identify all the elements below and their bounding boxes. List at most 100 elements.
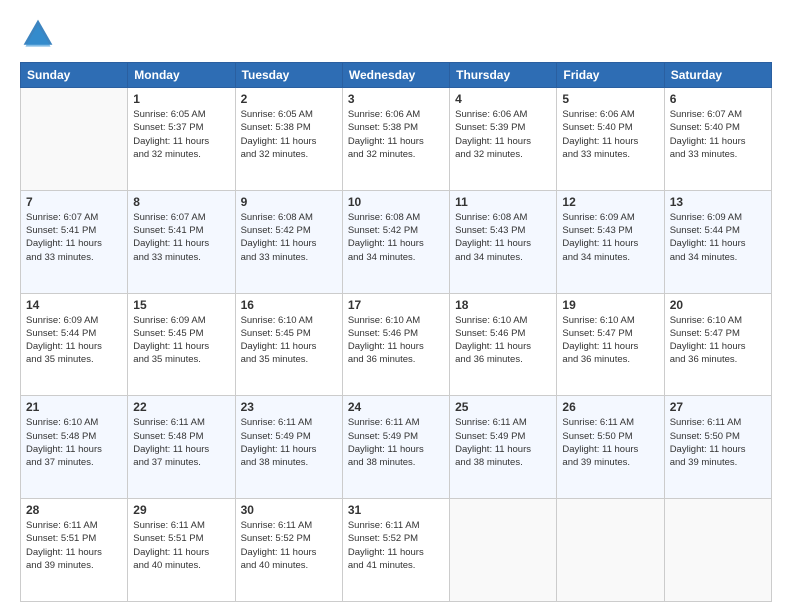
calendar-week-3: 21Sunrise: 6:10 AMSunset: 5:48 PMDayligh… (21, 396, 772, 499)
calendar-cell: 19 Sunrise: 6:10 AMSunset: 5:47 PMDayligh… (557, 293, 664, 396)
day-detail: Sunrise: 6:09 AMSunset: 5:44 PMDaylight:… (670, 212, 746, 263)
day-number: 14 (26, 298, 122, 312)
calendar-cell: 31 Sunrise: 6:11 AMSunset: 5:52 PMDayligh… (342, 499, 449, 602)
day-number: 4 (455, 92, 551, 106)
day-detail: Sunrise: 6:10 AMSunset: 5:46 PMDaylight:… (455, 315, 531, 366)
calendar-cell (664, 499, 771, 602)
day-detail: Sunrise: 6:09 AMSunset: 5:45 PMDaylight:… (133, 315, 209, 366)
day-detail: Sunrise: 6:11 AMSunset: 5:50 PMDaylight:… (562, 417, 638, 468)
day-number: 10 (348, 195, 444, 209)
calendar-cell: 23 Sunrise: 6:11 AMSunset: 5:49 PMDayligh… (235, 396, 342, 499)
day-number: 31 (348, 503, 444, 517)
calendar-week-1: 7 Sunrise: 6:07 AMSunset: 5:41 PMDaylight… (21, 190, 772, 293)
calendar-cell: 22Sunrise: 6:11 AMSunset: 5:48 PMDayligh… (128, 396, 235, 499)
calendar-cell: 8Sunrise: 6:07 AMSunset: 5:41 PMDaylight… (128, 190, 235, 293)
page: SundayMondayTuesdayWednesdayThursdayFrid… (0, 0, 792, 612)
calendar-cell: 24 Sunrise: 6:11 AMSunset: 5:49 PMDayligh… (342, 396, 449, 499)
day-number: 22 (133, 400, 229, 414)
day-number: 30 (241, 503, 337, 517)
day-detail: Sunrise: 6:08 AMSunset: 5:42 PMDaylight:… (348, 212, 424, 263)
day-detail: Sunrise: 6:11 AMSunset: 5:51 PMDaylight:… (133, 520, 209, 571)
day-detail: Sunrise: 6:11 AMSunset: 5:49 PMDaylight:… (348, 417, 424, 468)
day-detail: Sunrise: 6:11 AMSunset: 5:52 PMDaylight:… (348, 520, 424, 571)
calendar-header-thursday: Thursday (450, 63, 557, 88)
calendar-header-monday: Monday (128, 63, 235, 88)
calendar-week-2: 14 Sunrise: 6:09 AMSunset: 5:44 PMDayligh… (21, 293, 772, 396)
calendar-cell: 21Sunrise: 6:10 AMSunset: 5:48 PMDayligh… (21, 396, 128, 499)
day-detail: Sunrise: 6:10 AMSunset: 5:46 PMDaylight:… (348, 315, 424, 366)
day-detail: Sunrise: 6:06 AMSunset: 5:40 PMDaylight:… (562, 109, 638, 160)
day-number: 18 (455, 298, 551, 312)
day-number: 12 (562, 195, 658, 209)
day-detail: Sunrise: 6:11 AMSunset: 5:50 PMDaylight:… (670, 417, 746, 468)
day-number: 3 (348, 92, 444, 106)
calendar-cell: 17 Sunrise: 6:10 AMSunset: 5:46 PMDayligh… (342, 293, 449, 396)
day-number: 27 (670, 400, 766, 414)
calendar-cell: 14 Sunrise: 6:09 AMSunset: 5:44 PMDayligh… (21, 293, 128, 396)
day-detail: Sunrise: 6:11 AMSunset: 5:49 PMDaylight:… (455, 417, 531, 468)
day-number: 23 (241, 400, 337, 414)
day-number: 6 (670, 92, 766, 106)
calendar-cell: 5 Sunrise: 6:06 AMSunset: 5:40 PMDaylight… (557, 88, 664, 191)
day-number: 11 (455, 195, 551, 209)
calendar-header-saturday: Saturday (664, 63, 771, 88)
day-number: 13 (670, 195, 766, 209)
calendar-cell (21, 88, 128, 191)
day-number: 28 (26, 503, 122, 517)
calendar-header-tuesday: Tuesday (235, 63, 342, 88)
day-number: 16 (241, 298, 337, 312)
calendar-cell: 16 Sunrise: 6:10 AMSunset: 5:45 PMDayligh… (235, 293, 342, 396)
calendar-cell (557, 499, 664, 602)
day-detail: Sunrise: 6:11 AMSunset: 5:52 PMDaylight:… (241, 520, 317, 571)
calendar-cell: 27 Sunrise: 6:11 AMSunset: 5:50 PMDayligh… (664, 396, 771, 499)
day-detail: Sunrise: 6:08 AMSunset: 5:43 PMDaylight:… (455, 212, 531, 263)
calendar-header-friday: Friday (557, 63, 664, 88)
calendar-cell: 10 Sunrise: 6:08 AMSunset: 5:42 PMDayligh… (342, 190, 449, 293)
calendar-cell: 25 Sunrise: 6:11 AMSunset: 5:49 PMDayligh… (450, 396, 557, 499)
calendar-cell: 12 Sunrise: 6:09 AMSunset: 5:43 PMDayligh… (557, 190, 664, 293)
logo-icon (20, 16, 56, 52)
day-detail: Sunrise: 6:11 AMSunset: 5:51 PMDaylight:… (26, 520, 102, 571)
calendar-header-wednesday: Wednesday (342, 63, 449, 88)
day-detail: Sunrise: 6:11 AMSunset: 5:49 PMDaylight:… (241, 417, 317, 468)
day-number: 9 (241, 195, 337, 209)
calendar-week-0: 1Sunrise: 6:05 AMSunset: 5:37 PMDaylight… (21, 88, 772, 191)
calendar-cell: 28 Sunrise: 6:11 AMSunset: 5:51 PMDayligh… (21, 499, 128, 602)
day-number: 17 (348, 298, 444, 312)
day-number: 29 (133, 503, 229, 517)
calendar-cell: 18 Sunrise: 6:10 AMSunset: 5:46 PMDayligh… (450, 293, 557, 396)
calendar-cell: 13 Sunrise: 6:09 AMSunset: 5:44 PMDayligh… (664, 190, 771, 293)
calendar-header-sunday: Sunday (21, 63, 128, 88)
header (20, 16, 772, 52)
logo (20, 16, 62, 52)
day-detail: Sunrise: 6:09 AMSunset: 5:43 PMDaylight:… (562, 212, 638, 263)
day-detail: Sunrise: 6:10 AMSunset: 5:47 PMDaylight:… (562, 315, 638, 366)
calendar-cell: 15 Sunrise: 6:09 AMSunset: 5:45 PMDayligh… (128, 293, 235, 396)
calendar-cell (450, 499, 557, 602)
calendar-header-row: SundayMondayTuesdayWednesdayThursdayFrid… (21, 63, 772, 88)
day-detail: Sunrise: 6:05 AMSunset: 5:37 PMDaylight:… (133, 109, 209, 160)
calendar-cell: 4 Sunrise: 6:06 AMSunset: 5:39 PMDaylight… (450, 88, 557, 191)
day-detail: Sunrise: 6:10 AMSunset: 5:47 PMDaylight:… (670, 315, 746, 366)
day-number: 15 (133, 298, 229, 312)
day-detail: Sunrise: 6:07 AMSunset: 5:40 PMDaylight:… (670, 109, 746, 160)
day-detail: Sunrise: 6:06 AMSunset: 5:39 PMDaylight:… (455, 109, 531, 160)
calendar-cell: 2 Sunrise: 6:05 AMSunset: 5:38 PMDaylight… (235, 88, 342, 191)
day-number: 19 (562, 298, 658, 312)
day-detail: Sunrise: 6:05 AMSunset: 5:38 PMDaylight:… (241, 109, 317, 160)
day-detail: Sunrise: 6:10 AMSunset: 5:45 PMDaylight:… (241, 315, 317, 366)
day-number: 2 (241, 92, 337, 106)
day-number: 20 (670, 298, 766, 312)
day-detail: Sunrise: 6:07 AMSunset: 5:41 PMDaylight:… (133, 212, 209, 263)
day-detail: Sunrise: 6:06 AMSunset: 5:38 PMDaylight:… (348, 109, 424, 160)
calendar-cell: 20 Sunrise: 6:10 AMSunset: 5:47 PMDayligh… (664, 293, 771, 396)
day-detail: Sunrise: 6:08 AMSunset: 5:42 PMDaylight:… (241, 212, 317, 263)
day-number: 26 (562, 400, 658, 414)
day-number: 25 (455, 400, 551, 414)
calendar-cell: 29 Sunrise: 6:11 AMSunset: 5:51 PMDayligh… (128, 499, 235, 602)
day-number: 7 (26, 195, 122, 209)
day-number: 24 (348, 400, 444, 414)
day-detail: Sunrise: 6:10 AMSunset: 5:48 PMDaylight:… (26, 417, 102, 468)
day-detail: Sunrise: 6:09 AMSunset: 5:44 PMDaylight:… (26, 315, 102, 366)
day-number: 5 (562, 92, 658, 106)
